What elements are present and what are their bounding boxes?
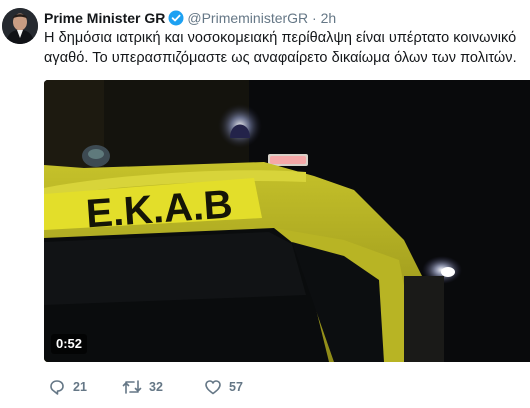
- video-duration: 0:52: [51, 334, 88, 354]
- retweet-count: 32: [149, 380, 163, 394]
- like-count: 57: [229, 380, 243, 394]
- tweet[interactable]: Prime Minister GR @PrimeministerGR · 2h Η…: [0, 0, 530, 408]
- video-player[interactable]: Ε.Κ.Α.Β 0:52: [44, 80, 530, 362]
- retweet-icon: [122, 380, 142, 394]
- timestamp[interactable]: 2h: [321, 10, 337, 26]
- reply-icon: [50, 380, 64, 395]
- avatar-image: [2, 8, 38, 44]
- heart-icon: [205, 380, 221, 395]
- reply-count: 21: [73, 380, 87, 394]
- tweet-actions: 21 32 57: [44, 376, 524, 398]
- retweet-button[interactable]: 32: [122, 376, 163, 398]
- separator-dot: ·: [312, 10, 317, 26]
- verified-badge-icon: [168, 10, 184, 26]
- reply-button[interactable]: 21: [48, 376, 87, 398]
- avatar[interactable]: [2, 8, 38, 44]
- like-button[interactable]: 57: [204, 376, 243, 398]
- tweet-text: Η δημόσια ιατρική και νοσοκομειακή περίθ…: [44, 30, 517, 66]
- author-handle[interactable]: @PrimeministerGR: [187, 10, 308, 26]
- author-name[interactable]: Prime Minister GR: [44, 10, 165, 26]
- video-thumbnail: Ε.Κ.Α.Β: [44, 80, 530, 362]
- tweet-header: Prime Minister GR @PrimeministerGR · 2h: [44, 9, 526, 27]
